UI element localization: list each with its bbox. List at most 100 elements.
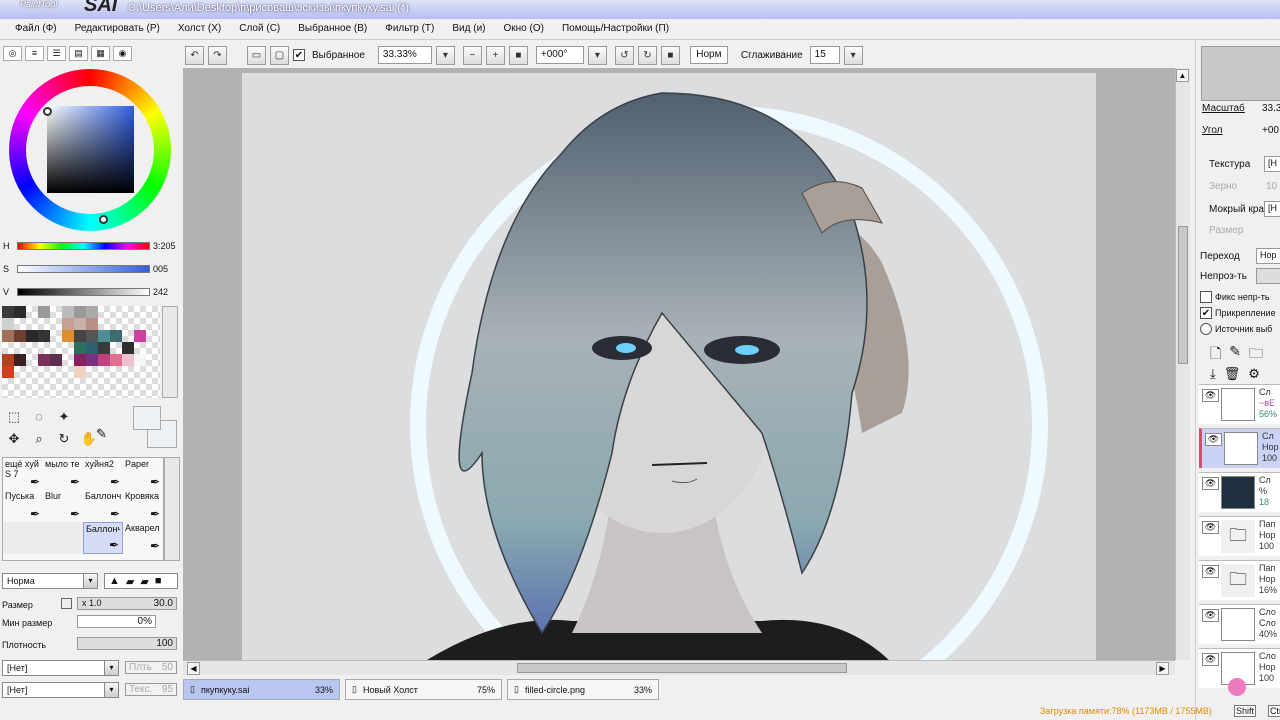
eyedropper-icon[interactable]: ✎ bbox=[96, 426, 107, 442]
canvas-area[interactable] bbox=[183, 68, 1175, 660]
palette-swatch[interactable] bbox=[134, 330, 146, 342]
new-layer-icon[interactable]: 🗋 bbox=[1210, 343, 1221, 367]
palette-swatch[interactable] bbox=[146, 318, 158, 330]
palette-swatch[interactable] bbox=[50, 330, 62, 342]
palette-swatch[interactable] bbox=[110, 342, 122, 354]
menu-item[interactable]: Редактировать (Р) bbox=[66, 19, 169, 39]
brush-slot[interactable]: ещё хуй S 7 ✒ bbox=[3, 458, 43, 490]
palette-swatch[interactable] bbox=[26, 306, 38, 318]
palette-swatch[interactable] bbox=[134, 318, 146, 330]
palette-swatch[interactable] bbox=[26, 318, 38, 330]
palette-swatch[interactable] bbox=[86, 354, 98, 366]
scroll-left-icon[interactable]: ◀ bbox=[187, 662, 200, 675]
scroll-right-icon[interactable]: ▶ bbox=[1156, 662, 1169, 675]
palette-swatch[interactable] bbox=[122, 366, 134, 378]
palette-swatch[interactable] bbox=[98, 354, 110, 366]
wet-edge-dropdown[interactable]: [Н bbox=[1264, 201, 1280, 217]
palette-swatch[interactable] bbox=[134, 306, 146, 318]
eye-icon[interactable]: 👁 bbox=[1202, 521, 1219, 534]
navigator-preview[interactable] bbox=[1201, 46, 1280, 101]
palette-swatch[interactable] bbox=[110, 354, 122, 366]
palette-swatch[interactable] bbox=[14, 306, 26, 318]
palette-swatch[interactable] bbox=[74, 330, 86, 342]
palette-swatch[interactable] bbox=[98, 366, 110, 378]
palette-swatch[interactable] bbox=[38, 318, 50, 330]
scale-value[interactable]: 33.3 bbox=[1262, 103, 1280, 114]
swatches-icon[interactable]: ▦ bbox=[91, 46, 110, 61]
palette-swatch[interactable] bbox=[62, 366, 74, 378]
brush-shape-selector[interactable]: ▲ ▰ ▰ ■ bbox=[104, 573, 178, 589]
palette-swatch[interactable] bbox=[26, 366, 38, 378]
brush-mode-dropdown[interactable]: Норма ▾ bbox=[2, 573, 98, 589]
palette-swatch[interactable] bbox=[50, 354, 62, 366]
palette-swatch[interactable] bbox=[74, 354, 86, 366]
fix-opacity-checkbox[interactable] bbox=[1200, 291, 1212, 303]
selection-checkbox[interactable]: ✔ bbox=[293, 49, 305, 61]
zoom-input[interactable]: 33.33% bbox=[377, 46, 432, 64]
new-linework-icon[interactable]: ✎ bbox=[1229, 343, 1241, 367]
brush-slot[interactable]: Баллонч ✒ bbox=[83, 490, 123, 522]
lasso-icon[interactable]: ◌ bbox=[29, 407, 49, 426]
scroll-up-icon[interactable]: ▲ bbox=[1176, 69, 1189, 82]
brush-texture-dropdown[interactable]: [Нет] ▾ bbox=[2, 682, 119, 698]
palette-swatch[interactable] bbox=[122, 330, 134, 342]
palette-swatch[interactable] bbox=[14, 342, 26, 354]
horizontal-scroll-thumb[interactable] bbox=[517, 663, 847, 673]
brush-slot[interactable]: Баллонч ✒ bbox=[83, 522, 123, 554]
palette-swatch[interactable] bbox=[26, 354, 38, 366]
palette-swatch[interactable] bbox=[134, 354, 146, 366]
brush-slot[interactable]: мыло те ✒ bbox=[43, 458, 83, 490]
brush-shape-dropdown[interactable]: [Нет] ▾ bbox=[2, 660, 119, 676]
clipping-checkbox[interactable]: ✔ bbox=[1200, 307, 1212, 319]
brush-slot[interactable]: Paper ✒ bbox=[123, 458, 163, 490]
zoom-in-button[interactable]: + bbox=[485, 45, 505, 65]
document-tab[interactable]: ▯ filled-circle.png 33% bbox=[507, 679, 659, 700]
palette-swatch[interactable] bbox=[74, 366, 86, 378]
rotate-reset-button[interactable]: ■ bbox=[660, 45, 680, 65]
brush-slot[interactable]: Кровяка ✒ bbox=[123, 490, 163, 522]
palette-swatch[interactable] bbox=[38, 354, 50, 366]
brush-slot[interactable]: Пуська ✒ bbox=[3, 490, 43, 522]
palette-swatch[interactable] bbox=[38, 330, 50, 342]
palette-swatch[interactable] bbox=[62, 342, 74, 354]
palette-swatch[interactable] bbox=[134, 366, 146, 378]
palette-swatch[interactable] bbox=[146, 342, 158, 354]
smoothing-input[interactable]: 15 bbox=[809, 46, 840, 64]
palette-swatch[interactable] bbox=[2, 342, 14, 354]
menu-item[interactable]: Окно (О) bbox=[495, 19, 553, 39]
color-palette[interactable] bbox=[2, 306, 160, 398]
blend-mode-dropdown[interactable]: Нор bbox=[1256, 248, 1280, 264]
palette-swatch[interactable] bbox=[2, 306, 14, 318]
menu-item[interactable]: Файл (Ф) bbox=[6, 19, 66, 39]
palette-swatch[interactable] bbox=[146, 366, 158, 378]
palette-swatch[interactable] bbox=[62, 330, 74, 342]
vertical-scroll-thumb[interactable] bbox=[1178, 226, 1188, 364]
rect-select-icon[interactable]: ⬚ bbox=[4, 407, 24, 426]
shape-hard-icon[interactable]: ▲ bbox=[109, 575, 120, 587]
v-slider[interactable] bbox=[17, 287, 150, 296]
palette-swatch[interactable] bbox=[122, 354, 134, 366]
layer-row[interactable]: 👁 🗀 Пап Нор 100 bbox=[1199, 516, 1280, 556]
menu-item[interactable]: Слой (С) bbox=[230, 19, 289, 39]
document-tab[interactable]: ▯ Новый Холст 75% bbox=[345, 679, 502, 700]
smoothing-dropdown-icon[interactable]: ▾ bbox=[843, 45, 863, 65]
layer-settings-icon[interactable]: ⚙ bbox=[1248, 366, 1260, 382]
shape-soft-icon[interactable]: ▰ bbox=[126, 575, 134, 588]
palette-swatch[interactable] bbox=[38, 306, 50, 318]
palette-swatch[interactable] bbox=[14, 354, 26, 366]
palette-swatch[interactable] bbox=[38, 366, 50, 378]
layer-row[interactable]: 👁 🗀 Пап Нор 16% bbox=[1199, 560, 1280, 600]
texture-strength-slider[interactable]: Текс. 95 bbox=[125, 683, 177, 696]
canvas-horizontal-scrollbar[interactable]: ◀ ▶ bbox=[183, 660, 1175, 675]
palette-swatch[interactable] bbox=[50, 318, 62, 330]
scratchpad-icon[interactable]: ◉ bbox=[113, 46, 132, 61]
deselect-button[interactable]: ▭ bbox=[247, 45, 266, 65]
angle-value[interactable]: +00 bbox=[1262, 125, 1279, 136]
palette-swatch[interactable] bbox=[38, 342, 50, 354]
grain-value[interactable]: 10 bbox=[1266, 181, 1277, 192]
brush-slot[interactable] bbox=[43, 522, 83, 554]
eye-icon[interactable]: 👁 bbox=[1202, 565, 1219, 578]
size-slider[interactable]: x 1.0 30.0 bbox=[77, 597, 177, 610]
eye-icon[interactable]: 👁 bbox=[1202, 653, 1219, 666]
palette-swatch[interactable] bbox=[74, 318, 86, 330]
